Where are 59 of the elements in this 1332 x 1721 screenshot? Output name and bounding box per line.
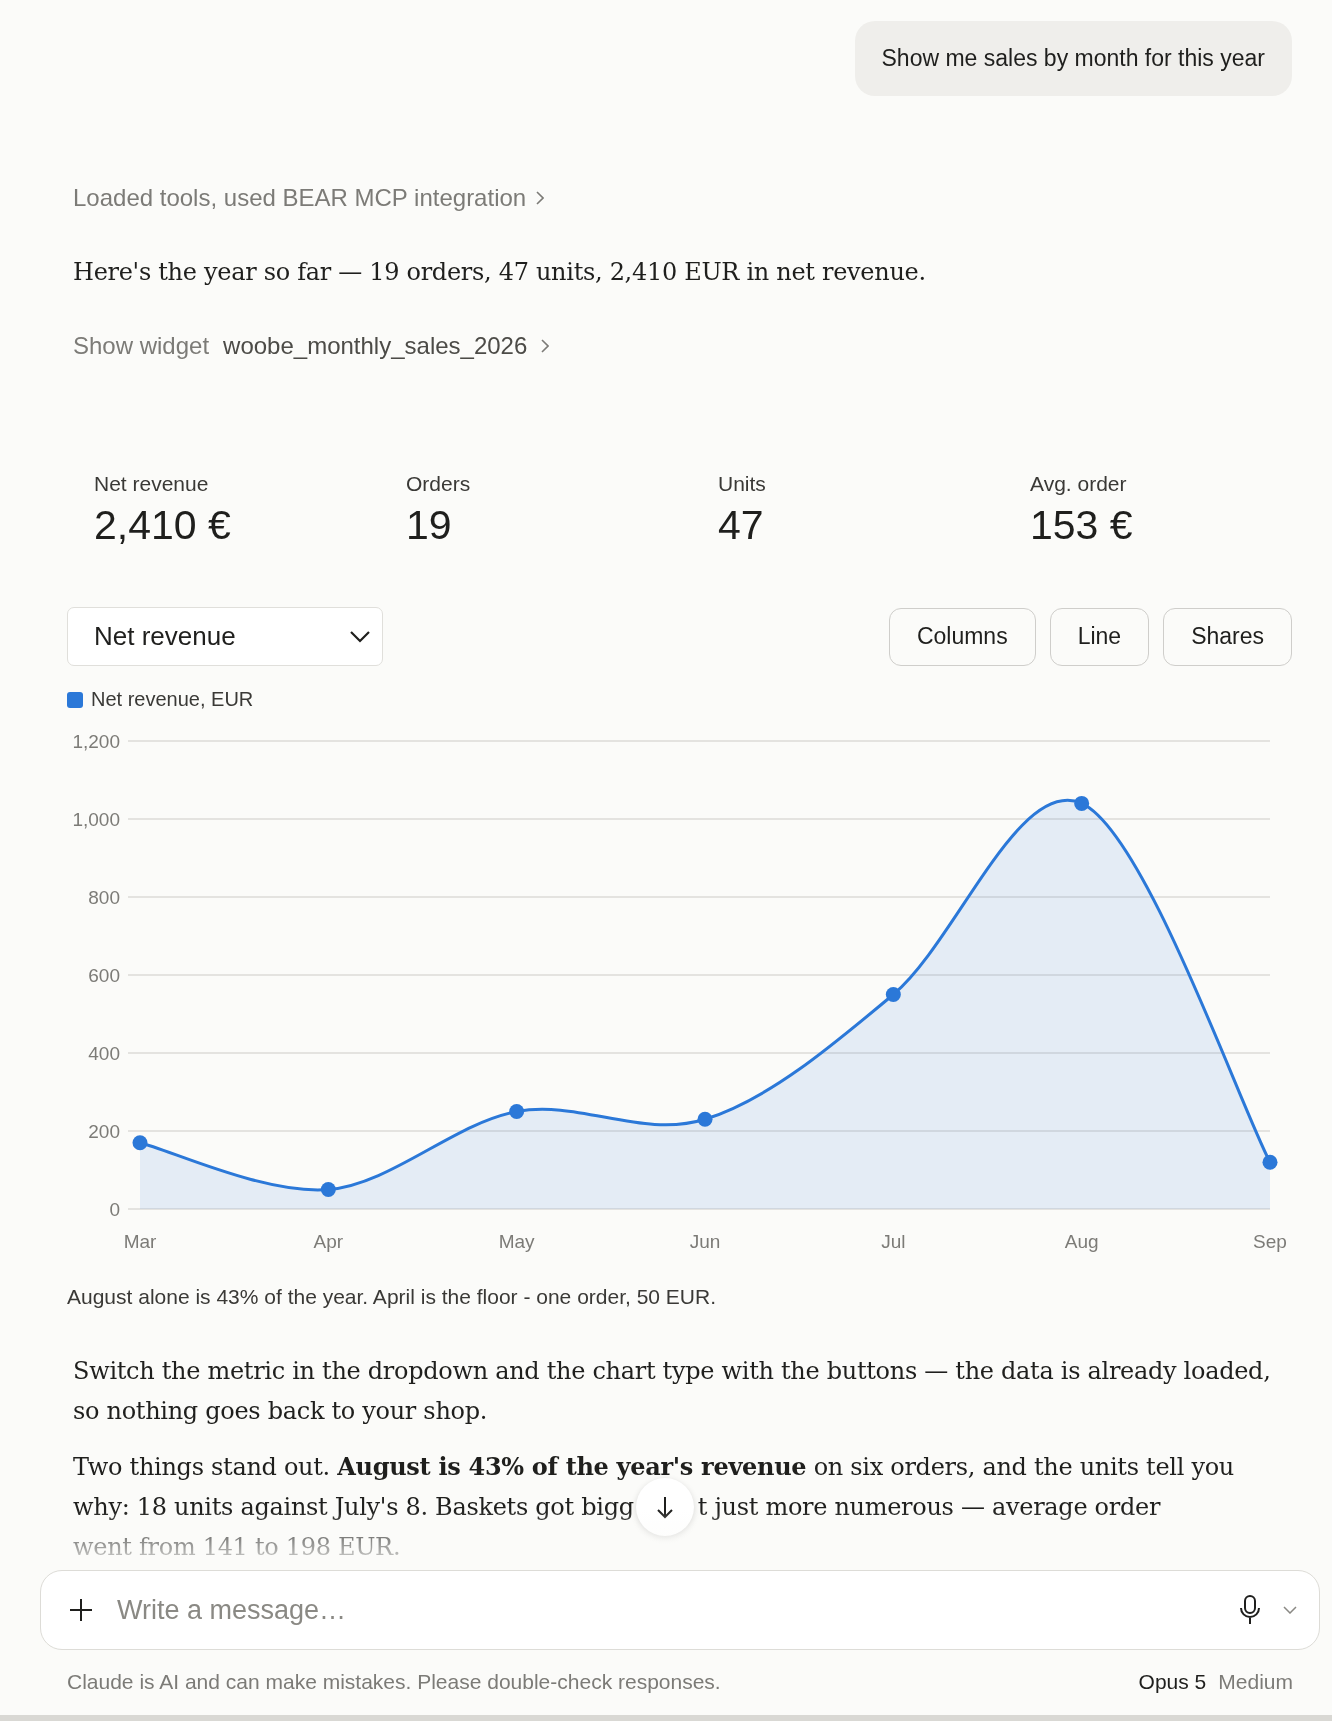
data-point xyxy=(885,987,901,1002)
stat-label: Avg. order xyxy=(1030,472,1128,496)
axis-label: Jul xyxy=(881,1231,906,1252)
arrow-down-icon xyxy=(655,1495,674,1519)
axis-label: 1,200 xyxy=(72,731,120,752)
axis-label: Jun xyxy=(689,1231,721,1252)
assistant-text: t just more numerous — average order xyxy=(697,1492,1161,1523)
chart-type-button[interactable]: Shares xyxy=(1163,607,1292,666)
scrollbar[interactable] xyxy=(0,1715,1332,1721)
tool-summary[interactable]: Loaded tools, used BEAR MCP integration xyxy=(73,184,527,212)
axis-label: 0 xyxy=(109,1199,120,1220)
assistant-text: Here's the year so far — 19 orders, 47 units, 2,410 EUR in net revenue. xyxy=(73,257,927,288)
axis-label: 400 xyxy=(88,1043,120,1064)
axis-label: 200 xyxy=(88,1121,120,1142)
chart-type-button[interactable]: Columns xyxy=(888,607,1036,666)
chevron-right-icon xyxy=(541,339,550,353)
stat-label: Units xyxy=(718,472,767,496)
legend-label: Net revenue, EUR xyxy=(91,688,254,711)
widget-label: Show widget xyxy=(73,332,210,360)
stat-value: 47 xyxy=(718,502,765,549)
stat-label: Orders xyxy=(406,472,472,496)
metric-dropdown[interactable]: Net revenue xyxy=(67,607,383,666)
stat-value: 2,410 € xyxy=(94,502,232,549)
chart-type-button[interactable]: Line xyxy=(1049,607,1150,666)
data-point xyxy=(697,1111,713,1127)
widget-link[interactable]: woobe_monthly_sales_2026 xyxy=(223,332,528,360)
axis-label: Sep xyxy=(1253,1231,1287,1252)
axis-label: May xyxy=(498,1231,535,1252)
plus-icon[interactable] xyxy=(69,1598,93,1622)
user-message: Show me sales by month for this year xyxy=(854,21,1292,96)
message-input[interactable]: Write a message… xyxy=(115,1593,1217,1627)
microphone-icon[interactable] xyxy=(1239,1595,1261,1625)
disclaimer: Claude is AI and can make mistakes. Please double-check responses. xyxy=(67,1670,721,1694)
data-point xyxy=(1262,1154,1278,1170)
assistant-text: went from 141 to 198 EUR. xyxy=(73,1532,401,1563)
data-point xyxy=(1074,795,1090,811)
scroll-down-button[interactable] xyxy=(635,1478,694,1536)
stat-label: Net revenue xyxy=(94,472,210,496)
data-point xyxy=(132,1135,148,1151)
data-point xyxy=(509,1104,525,1119)
axis-label: 600 xyxy=(88,965,120,986)
stat-value: 153 € xyxy=(1030,502,1134,549)
model-name[interactable]: Opus 5 xyxy=(1138,1670,1207,1694)
axis-label: 1,000 xyxy=(72,809,120,830)
chevron-right-icon xyxy=(536,191,545,205)
assistant-text: Two things stand out. August is 43% of the year's revenue on six orders, and the units tell you xyxy=(73,1451,1234,1483)
effort-level[interactable]: Medium xyxy=(1218,1670,1293,1694)
axis-label: Mar xyxy=(123,1231,157,1252)
axis-label: 800 xyxy=(88,887,120,908)
axis-label: Aug xyxy=(1064,1231,1099,1252)
chevron-down-icon[interactable] xyxy=(1283,1606,1297,1614)
data-point xyxy=(320,1182,336,1197)
chart-caption: August alone is 43% of the year. April is the floor - one order, 50 EUR. xyxy=(67,1285,718,1309)
chevron-down-icon xyxy=(350,630,370,643)
stat-value: 19 xyxy=(406,502,453,549)
message-composer[interactable]: Write a message… xyxy=(40,1570,1320,1650)
assistant-text: Switch the metric in the dropdown and the chart type with the buttons — the data is already loaded, so nothing goes back to your shop. xyxy=(73,1356,1272,1427)
axis-label: Apr xyxy=(313,1231,344,1252)
assistant-text: why: 18 units against July's 8. Baskets got bigg xyxy=(73,1492,634,1523)
